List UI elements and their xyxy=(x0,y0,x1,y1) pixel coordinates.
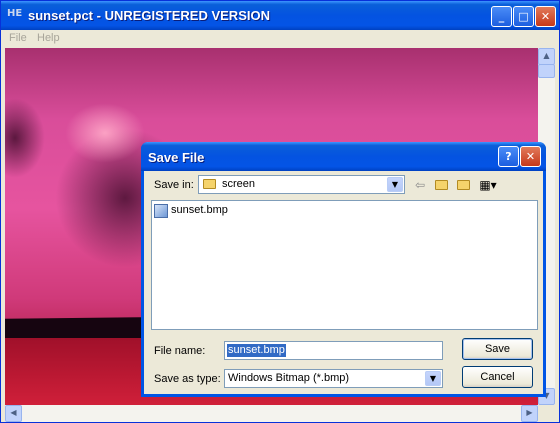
chevron-down-icon[interactable]: ▼ xyxy=(387,177,403,192)
scroll-thumb-vertical[interactable] xyxy=(538,64,555,78)
cancel-button[interactable]: Cancel xyxy=(462,366,533,388)
window-title: sunset.pct - UNREGISTERED VERSION xyxy=(28,8,270,23)
menu-bar: File Help xyxy=(1,30,559,47)
save-button[interactable]: Save xyxy=(462,338,533,360)
save-in-label: Save in: xyxy=(154,179,194,191)
new-folder-icon[interactable] xyxy=(454,176,474,194)
file-name: sunset.bmp xyxy=(171,204,228,216)
save-in-value: screen xyxy=(222,178,256,190)
folder-icon xyxy=(203,179,216,189)
bitmap-file-icon xyxy=(154,204,168,218)
file-name-value: sunset.bmp xyxy=(227,344,286,357)
save-in-combo[interactable]: screen ▼ xyxy=(198,175,405,194)
save-as-type-combo[interactable]: Windows Bitmap (*.bmp) ▼ xyxy=(224,369,443,388)
app-icon: HE xyxy=(7,8,23,19)
file-name-field[interactable]: sunset.bmp xyxy=(224,341,443,360)
maximize-button[interactable]: □ xyxy=(513,6,534,27)
menu-help[interactable]: Help xyxy=(37,32,60,44)
minimize-button[interactable]: _ xyxy=(491,6,512,27)
menu-file[interactable]: File xyxy=(9,32,27,44)
resize-grip[interactable] xyxy=(538,405,555,422)
dialog-title-bar[interactable]: Save File ? ✕ xyxy=(141,142,546,171)
horizontal-scrollbar[interactable]: ◀ ▶ xyxy=(5,405,538,422)
save-as-type-value: Windows Bitmap (*.bmp) xyxy=(228,372,350,384)
chevron-down-icon[interactable]: ▼ xyxy=(425,371,441,386)
scroll-up-icon[interactable]: ▲ xyxy=(538,48,555,65)
close-button[interactable]: ✕ xyxy=(535,6,556,27)
file-list[interactable]: sunset.bmp xyxy=(151,200,538,330)
view-menu-icon[interactable]: ▦▾ xyxy=(478,176,498,194)
scroll-left-icon[interactable]: ◀ xyxy=(5,405,22,422)
file-name-label: File name: xyxy=(154,345,206,357)
dialog-help-button[interactable]: ? xyxy=(498,146,519,167)
dialog-close-button[interactable]: ✕ xyxy=(520,146,541,167)
save-file-dialog: Save File ? ✕ Save in: screen ▼ ⇦ ▦▾ sun… xyxy=(141,142,546,397)
title-bar[interactable]: HE sunset.pct - UNREGISTERED VERSION _ □… xyxy=(1,1,559,30)
list-item[interactable]: sunset.bmp xyxy=(152,201,272,221)
main-window: HE sunset.pct - UNREGISTERED VERSION _ □… xyxy=(0,0,560,423)
up-folder-icon[interactable] xyxy=(432,176,452,194)
dialog-title: Save File xyxy=(148,150,205,165)
scroll-right-icon[interactable]: ▶ xyxy=(521,405,538,422)
back-arrow-icon[interactable]: ⇦ xyxy=(410,176,430,194)
save-as-type-label: Save as type: xyxy=(154,373,221,385)
